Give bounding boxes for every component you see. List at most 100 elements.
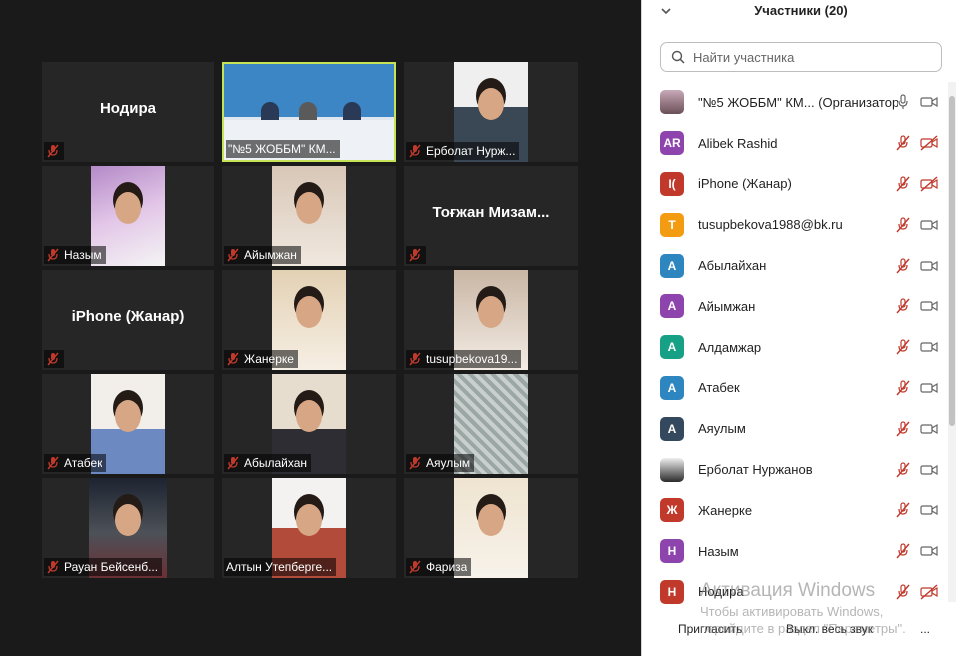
mic-off-icon[interactable] [894,257,912,274]
video-tile[interactable]: Тоғжан Мизам... [404,166,578,266]
avatar: А [660,253,684,278]
participant-name: Фариза [426,560,468,574]
mic-off-icon[interactable] [894,461,912,478]
mic-off-icon[interactable] [894,421,912,437]
mic-off-icon[interactable] [894,176,912,192]
participant-row[interactable]: AR Alibek Rashid [642,123,948,164]
tile-caption: tusupbekova19... [406,350,522,368]
video-off-icon[interactable] [920,176,938,192]
participant-controls [894,257,938,274]
participant-row[interactable]: Н Назым [642,531,948,572]
mic-off-icon [227,248,239,262]
video-camera-icon[interactable] [920,258,938,274]
mic-off-icon[interactable] [894,502,912,518]
participant-name: Аяулым [426,456,471,470]
avatar: А [660,375,684,400]
video-tile[interactable]: Атабек [42,374,214,474]
participant-row[interactable]: А Алдамжар [642,327,948,368]
mic-off-icon[interactable] [894,543,912,559]
participant-name: tusupbekova1988@bk.ru [698,217,843,233]
video-tile[interactable]: iPhone (Жанар) [42,270,214,370]
participant-row[interactable]: Ttusupbekova1988@bk.ru [642,204,948,245]
search-input[interactable] [691,48,935,66]
video-tile[interactable]: Аяулым [404,374,578,474]
face-shape [478,296,504,328]
participant-row[interactable]: А Айымжан [642,286,948,327]
participant-row[interactable]: I(iPhone (Жанар) [642,164,948,205]
participant-search[interactable] [660,42,942,72]
invite-button[interactable]: Пригласить [674,620,747,638]
video-tile[interactable]: tusupbekova19... [404,270,578,370]
video-tile-active-speaker[interactable]: "№5 ЖОББМ" КМ... [222,62,396,162]
video-camera-icon[interactable] [920,421,938,437]
participant-name: Аяулым [698,421,746,437]
participant-name: Рауан Бейсенб... [64,560,159,574]
avatar: Н [660,579,684,604]
participant-name: Alibek Rashid [698,135,778,151]
video-tile[interactable]: Алтын Утепберге... [222,478,396,578]
mic-off-icon[interactable] [894,135,912,151]
participant-controls [894,176,938,192]
tile-caption: Абылайхан [224,454,312,472]
face-shape [296,504,322,536]
video-camera-icon[interactable] [920,217,938,233]
scrollbar[interactable] [948,82,956,602]
mic-off-icon [409,560,421,574]
video-camera-icon[interactable] [920,380,938,396]
participant-name: Атабек [698,380,740,396]
participant-row[interactable]: Ерболат Нуржанов [642,449,948,490]
video-gallery: Нодира "№5 ЖОББМ" КМ... Ерболат Нурж... [0,0,640,656]
participant-name: "№5 ЖОББМ" КМ... [228,142,336,156]
video-tile[interactable]: Нодира [42,62,214,162]
scrollbar-thumb[interactable] [949,96,955,426]
video-tile[interactable]: Назым [42,166,214,266]
avatar: А [660,416,684,441]
mute-all-button[interactable]: Выкл. весь звук [782,620,878,638]
mic-off-icon[interactable] [894,217,912,233]
video-off-icon[interactable] [920,584,938,600]
participant-name: Жанерке [698,502,753,518]
participant-controls [894,380,938,396]
participant-row[interactable]: А Абылайхан [642,245,948,286]
mic-off-icon[interactable] [894,339,912,355]
mic-off-icon[interactable] [894,584,912,600]
avatar [660,457,684,482]
participant-name: iPhone (Жанар) [698,176,792,192]
video-camera-icon[interactable] [920,94,938,110]
participant-controls [894,298,938,314]
video-tile[interactable]: Айымжан [222,166,396,266]
participants-panel: Участники (20) "№5 ЖОББМ" КМ... (Организ… [641,0,960,656]
mic-off-icon[interactable] [894,298,912,314]
video-tile[interactable]: Рауан Бейсенб... [42,478,214,578]
mic-icon[interactable] [894,94,912,110]
video-off-icon[interactable] [920,135,938,151]
face-shape [115,400,141,432]
tile-caption: Ерболат Нурж... [406,142,520,160]
participant-row[interactable]: А Аяулым [642,408,948,449]
mic-off-icon [409,144,421,158]
video-camera-icon[interactable] [920,298,938,314]
avatar: А [660,294,684,319]
tile-caption: "№5 ЖОББМ" КМ... [226,140,340,158]
participant-row[interactable]: А Атабек [642,368,948,409]
tile-caption: Фариза [406,558,472,576]
video-camera-icon[interactable] [920,462,938,478]
video-camera-icon[interactable] [920,339,938,355]
participant-row[interactable]: "№5 ЖОББМ" КМ... (Организатор, я) [642,82,948,123]
participant-name: Айымжан [244,248,297,262]
participant-name: Алтын Утепберге... [226,560,333,574]
participant-name: Абылайхан [698,258,767,274]
video-camera-icon[interactable] [920,502,938,518]
mic-off-icon[interactable] [894,380,912,396]
more-button[interactable]: ... [914,620,936,638]
tile-caption: Айымжан [224,246,301,264]
tile-caption: Рауан Бейсенб... [44,558,163,576]
video-camera-icon[interactable] [920,543,938,559]
video-tile[interactable]: Фариза [404,478,578,578]
tile-caption: Жанерке [224,350,298,368]
participant-row[interactable]: Ж Жанерке [642,490,948,531]
video-tile[interactable]: Ерболат Нурж... [404,62,578,162]
mic-off-icon [409,248,421,262]
video-tile[interactable]: Абылайхан [222,374,396,474]
video-tile[interactable]: Жанерке [222,270,396,370]
